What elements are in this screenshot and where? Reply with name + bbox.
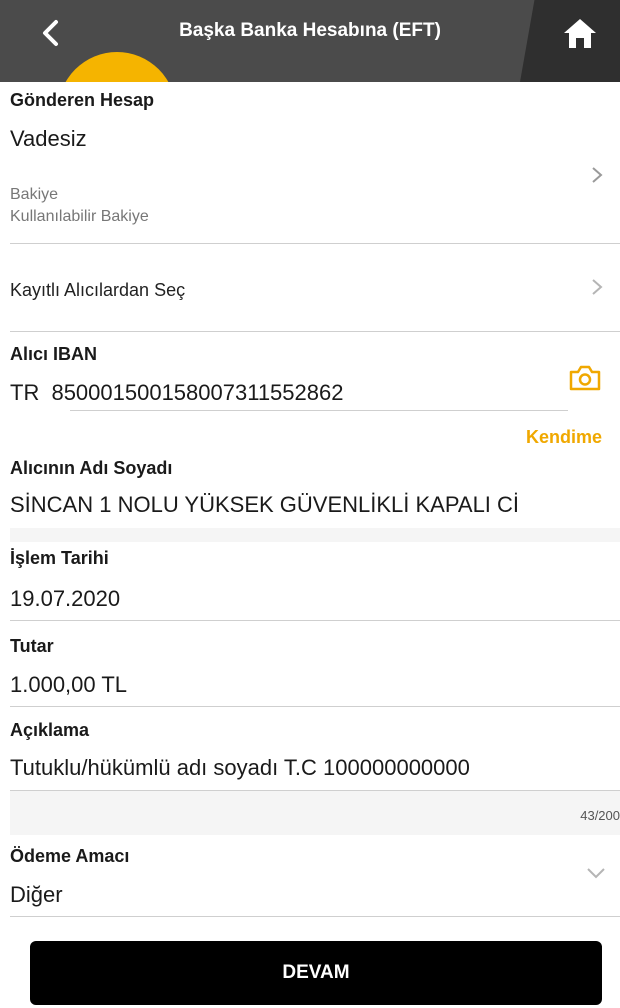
amount-field[interactable]: 1.000,00 TL [10, 672, 127, 698]
divider [10, 243, 620, 244]
payment-purpose-select[interactable]: Diğer [10, 882, 63, 908]
available-balance-label: Kullanılabilir Bakiye [10, 208, 149, 225]
iban-underline [70, 410, 568, 411]
sender-account-label: Gönderen Hesap [10, 90, 155, 110]
recipient-name-label: Alıcının Adı Soyadı [10, 458, 173, 478]
divider [10, 331, 620, 332]
balance-label: Bakiye [10, 186, 59, 203]
decorative-accent-arc [58, 52, 176, 82]
recipient-name-field[interactable]: SİNCAN 1 NOLU YÜKSEK GÜVENLİKLİ KAPALI C… [10, 492, 620, 518]
divider [10, 916, 620, 917]
field-background [10, 528, 620, 542]
saved-recipients-link[interactable]: Kayıtlı Alıcılardan Seç [10, 280, 185, 301]
iban-prefix: TR [10, 380, 40, 405]
field-background [10, 791, 620, 835]
continue-button[interactable]: DEVAM [30, 941, 602, 1005]
payment-purpose-label: Ödeme Amacı [10, 846, 130, 866]
description-field[interactable]: Tutuklu/hükümlü adı soyadı T.C 100000000… [10, 755, 470, 781]
description-label: Açıklama [10, 720, 90, 740]
divider [10, 620, 620, 621]
page-title: Başka Banka Hesabına (EFT) [179, 20, 441, 41]
iban-label: Alıcı IBAN [10, 344, 98, 364]
home-icon[interactable] [562, 16, 598, 50]
divider [10, 706, 620, 707]
chevron-down-icon[interactable] [585, 866, 607, 880]
chevron-left-icon[interactable] [36, 18, 66, 48]
character-counter: 43/200 [580, 808, 620, 823]
transaction-date-field[interactable]: 19.07.2020 [10, 586, 120, 612]
app-header: Başka Banka Hesabına (EFT) [0, 0, 620, 82]
camera-icon[interactable] [568, 364, 602, 392]
chevron-right-icon[interactable] [590, 165, 604, 185]
transaction-date-label: İşlem Tarihi [10, 548, 109, 568]
iban-value: 850001500158007311552862 [51, 380, 344, 405]
sender-account-type[interactable]: Vadesiz [10, 126, 87, 152]
iban-field[interactable]: TR 850001500158007311552862 [10, 380, 343, 406]
chevron-right-icon[interactable] [590, 277, 604, 297]
amount-label: Tutar [10, 636, 54, 656]
send-to-self-link[interactable]: Kendime [526, 427, 602, 448]
